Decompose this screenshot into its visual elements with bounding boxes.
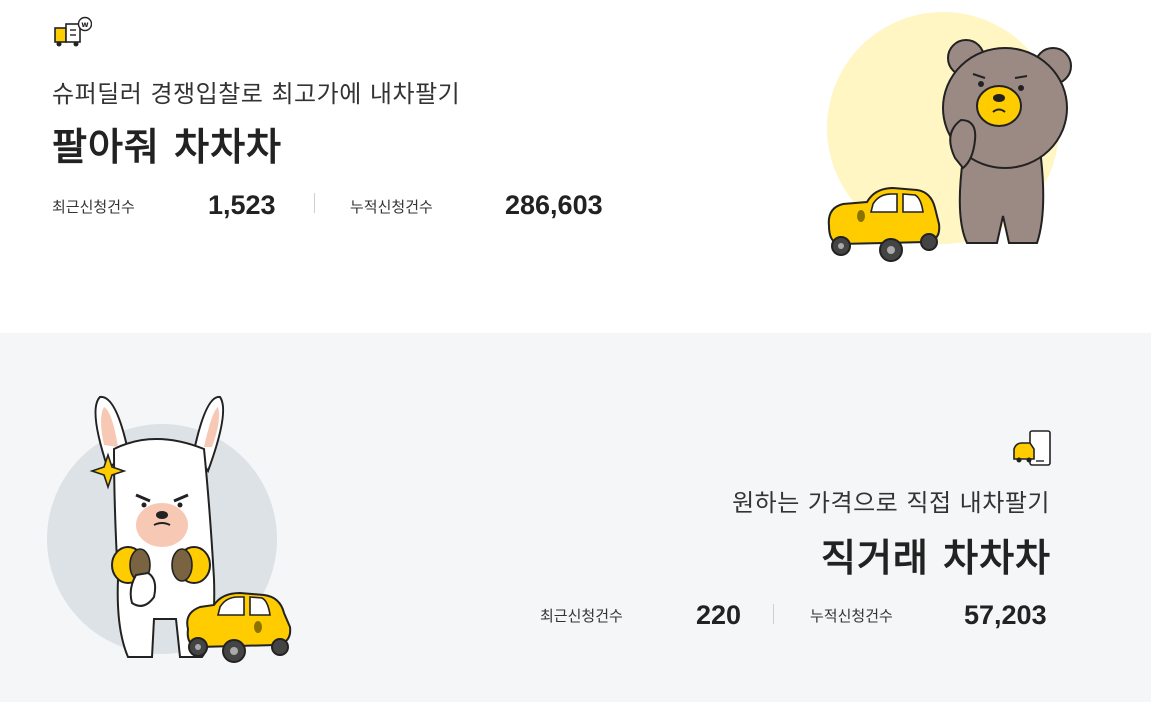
direct-service-subtitle: 원하는 가격으로 직접 내차팔기 xyxy=(732,489,1050,517)
sell-service-subtitle: 슈퍼딜러 경쟁입찰로 최고가에 내차팔기 xyxy=(52,80,461,108)
stat-divider xyxy=(314,193,315,213)
direct-recent-value: 220 xyxy=(696,600,742,630)
sell-recent-label: 최근신청건수 xyxy=(52,198,135,216)
truck-auction-icon: w xyxy=(54,16,92,47)
sell-service-section[interactable]: w 슈퍼딜러 경쟁입찰로 최고가에 내차팔기 팔아줘 차차차 최근신청건수 1,… xyxy=(0,0,1151,333)
car-and-phone-icon xyxy=(1013,430,1051,466)
direct-total-label: 누적신청건수 xyxy=(810,607,893,625)
direct-service-title: 직거래 차차차 xyxy=(821,536,1051,580)
sell-total-label: 누적신청건수 xyxy=(350,198,433,216)
sell-recent-value: 1,523 xyxy=(208,190,276,220)
alpaca-with-yellow-car-illustration xyxy=(47,395,292,663)
stat-divider xyxy=(773,604,774,624)
direct-service-section[interactable]: 원하는 가격으로 직접 내차팔기 직거래 차차차 최근신청건수 220 누적신청… xyxy=(0,333,1151,702)
sell-service-title: 팔아줘 차차차 xyxy=(52,125,282,169)
direct-recent-label: 최근신청건수 xyxy=(540,607,623,625)
bear-with-yellow-car-illustration xyxy=(827,12,1072,262)
sell-total-value: 286,603 xyxy=(505,190,603,220)
svg-text:w: w xyxy=(81,20,89,29)
direct-total-value: 57,203 xyxy=(964,600,1047,630)
